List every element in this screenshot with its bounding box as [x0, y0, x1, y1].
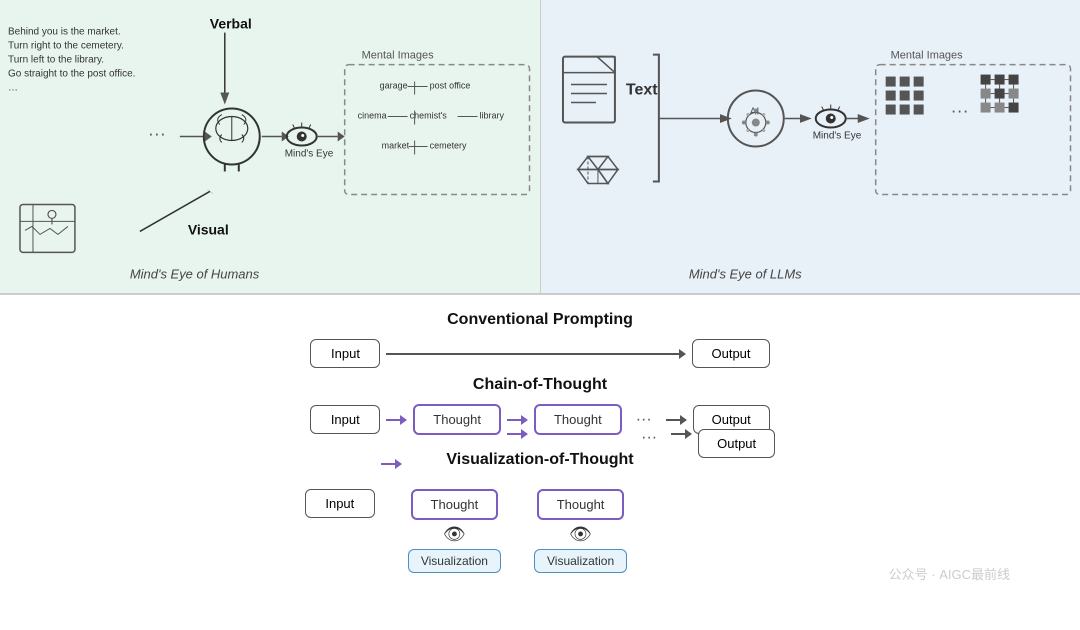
svg-text:Mind's Eye of LLMs: Mind's Eye of LLMs: [688, 266, 801, 281]
cot-dots: ···: [636, 411, 652, 429]
vot-output-box: Output: [698, 429, 775, 458]
vot-eye2-icon: 👁: [569, 524, 592, 545]
vot-title: Visualization-of-Thought: [446, 451, 633, 469]
svg-text:cinema: cinema: [358, 111, 387, 121]
cot-thought1-box: Thought: [413, 404, 501, 435]
svg-text:Behind you is the market.: Behind you is the market.: [8, 27, 121, 38]
svg-text:Go straight to the post office: Go straight to the post office.: [8, 69, 135, 80]
vot-dots: ···: [641, 429, 657, 447]
vot-thought1-box: Thought: [411, 489, 499, 520]
conv-arrow: [386, 349, 686, 359]
vot-viz1-box: Visualization: [408, 549, 501, 573]
svg-text:Text: Text: [625, 82, 657, 99]
vot-thought2-col: Thought 👁 Visualization: [534, 489, 627, 573]
svg-text:garage: garage: [380, 81, 408, 91]
conventional-prompting-section: Conventional Prompting Input Output: [40, 311, 1040, 368]
svg-text:market: market: [382, 140, 410, 150]
conv-input-box: Input: [310, 339, 380, 368]
svg-text:chemist's: chemist's: [410, 111, 448, 121]
cot-input-box: Input: [310, 405, 380, 434]
svg-text:cemetery: cemetery: [430, 140, 467, 150]
llms-panel: Text AI: [541, 0, 1080, 293]
svg-text:Verbal: Verbal: [210, 16, 252, 32]
vot-section: Visualization-of-Thought Input Thought 👁…: [40, 451, 1040, 573]
bottom-section: Conventional Prompting Input Output Chai…: [0, 295, 1080, 630]
svg-text:···: ···: [950, 101, 968, 121]
svg-text:…: …: [8, 83, 18, 94]
top-section: Behind you is the market. Turn right to …: [0, 0, 1080, 295]
svg-text:Turn left to the library.: Turn left to the library.: [8, 55, 104, 66]
humans-panel: Behind you is the market. Turn right to …: [0, 0, 541, 293]
svg-text:library: library: [480, 111, 505, 121]
conv-output-box: Output: [692, 339, 769, 368]
cot-thought2-box: Thought: [534, 404, 622, 435]
cot-title: Chain-of-Thought: [473, 376, 607, 394]
watermark: 公众号 · AIGC最前线: [889, 564, 1010, 583]
vot-eye1-icon: 👁: [443, 524, 466, 545]
svg-text:Mental Images: Mental Images: [890, 50, 962, 62]
vot-input-box: Input: [305, 489, 375, 518]
svg-text:Visual: Visual: [188, 221, 229, 237]
vot-thought2-box: Thought: [537, 489, 625, 520]
vot-flow: Input Thought 👁 Visualization Thought 👁 …: [305, 489, 775, 573]
conventional-title: Conventional Prompting: [447, 311, 633, 329]
vot-thought1-col: Thought 👁 Visualization: [408, 489, 501, 573]
svg-text:Mind's Eye: Mind's Eye: [812, 131, 861, 142]
vot-viz2-box: Visualization: [534, 549, 627, 573]
svg-text:post office: post office: [430, 81, 471, 91]
cot-section: Chain-of-Thought Input Thought Thought ·…: [40, 376, 1040, 435]
svg-text:Mental Images: Mental Images: [362, 50, 434, 62]
svg-text:···: ···: [148, 124, 166, 144]
svg-text:Mind's Eye: Mind's Eye: [285, 148, 334, 159]
svg-text:Turn right to the cemetery.: Turn right to the cemetery.: [8, 41, 124, 52]
conventional-flow: Input Output: [310, 339, 769, 368]
svg-text:Mind's Eye of Humans: Mind's Eye of Humans: [130, 266, 260, 281]
